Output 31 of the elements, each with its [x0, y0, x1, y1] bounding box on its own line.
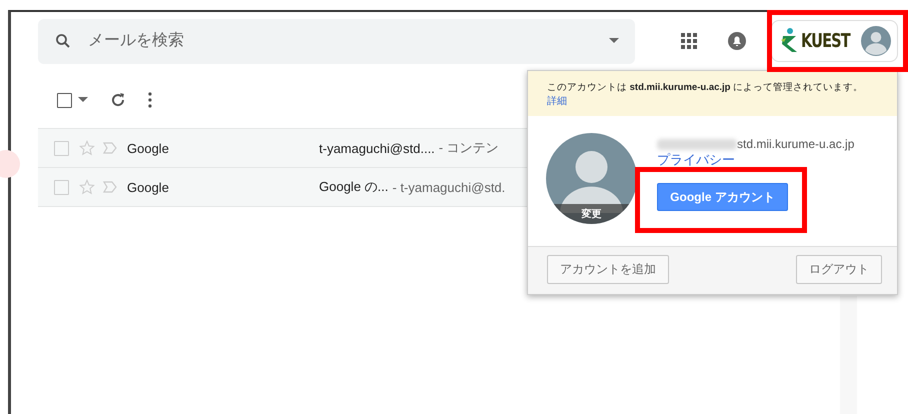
caret-icon[interactable]	[78, 97, 88, 103]
search-field[interactable]: メールを検索	[86, 31, 595, 51]
profile-avatar[interactable]: 変更	[546, 133, 637, 224]
email-subject: Google の...	[319, 178, 388, 196]
details-link[interactable]: 詳細	[547, 94, 567, 108]
row-checkbox[interactable]	[54, 180, 69, 194]
email-domain: std.mii.kurume-u.ac.jp	[737, 137, 854, 151]
apps-icon[interactable]	[681, 33, 697, 49]
email-subject: t-yamaguchi@std....	[319, 140, 435, 156]
refresh-icon[interactable]	[110, 92, 126, 108]
search-icon[interactable]	[54, 32, 72, 50]
star-icon[interactable]	[79, 140, 95, 156]
email-sender: Google	[127, 140, 170, 156]
select-all-checkbox[interactable]	[57, 92, 88, 108]
row-checkbox[interactable]	[54, 140, 69, 156]
account-chip[interactable]: KUEST	[771, 20, 898, 62]
logout-button[interactable]: ログアウト	[796, 255, 882, 284]
email-sender: Google	[127, 180, 170, 194]
star-icon[interactable]	[79, 179, 95, 195]
avatar-icon	[861, 26, 891, 56]
search-bar[interactable]: メールを検索	[38, 18, 635, 64]
notification-icon[interactable]	[727, 31, 747, 51]
email-snippet: - t-yamaguchi@std.	[392, 180, 506, 194]
dropdown-caret-icon[interactable]	[609, 38, 619, 44]
more-icon[interactable]	[148, 92, 152, 108]
privacy-link[interactable]: プライバシー	[657, 151, 735, 169]
email-snippet: - コンテン	[438, 139, 499, 157]
add-account-button[interactable]: アカウントを追加	[547, 255, 669, 284]
round-marker	[0, 150, 20, 178]
logo-text: KUEST	[801, 30, 850, 52]
notice-text: このアカウントは std.mii.kurume-u.ac.jp によって管理されています。	[547, 81, 864, 94]
